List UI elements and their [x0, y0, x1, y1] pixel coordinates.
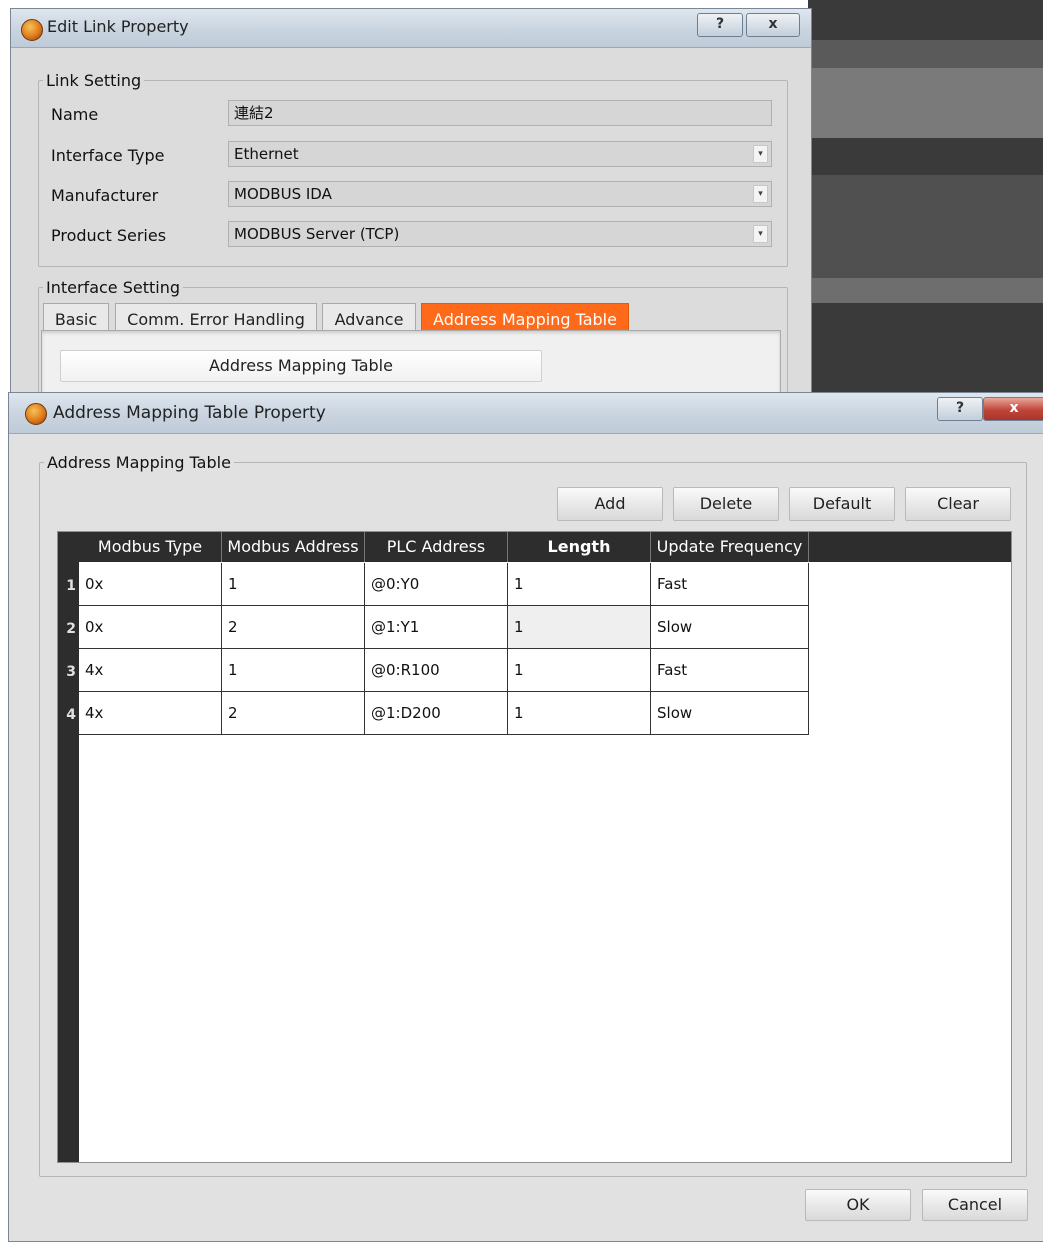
interface-type-value: Ethernet	[234, 145, 299, 163]
cell-modbus-type[interactable]: 4x	[79, 692, 222, 735]
background-band	[808, 278, 1043, 303]
cell-modbus-address[interactable]: 1	[222, 649, 365, 692]
address-mapping-table-button[interactable]: Address Mapping Table	[60, 350, 542, 382]
cell-modbus-address[interactable]: 2	[222, 606, 365, 649]
interface-type-select[interactable]: Ethernet ▾	[228, 141, 772, 167]
delete-button[interactable]: Delete	[673, 487, 779, 521]
cell-update-frequency[interactable]: Slow	[651, 606, 809, 649]
product-series-select[interactable]: MODBUS Server (TCP) ▾	[228, 221, 772, 247]
product-series-label: Product Series	[51, 226, 167, 245]
cell-length[interactable]: 1	[508, 606, 651, 649]
row-number[interactable]: 4	[58, 694, 79, 736]
add-button[interactable]: Add	[557, 487, 663, 521]
cell-plc-address[interactable]: @0:Y0	[365, 563, 508, 606]
cell-plc-address[interactable]: @1:Y1	[365, 606, 508, 649]
column-header-plc-address[interactable]: PLC Address	[365, 532, 508, 562]
name-label: Name	[51, 105, 99, 124]
column-header-update-frequency[interactable]: Update Frequency	[651, 532, 809, 562]
background-band	[808, 68, 1043, 138]
row-number[interactable]: 2	[58, 608, 79, 650]
help-button[interactable]: ?	[937, 397, 983, 421]
window-title: Address Mapping Table Property	[53, 403, 326, 423]
name-field[interactable]: 連結2	[228, 100, 772, 126]
cell-modbus-address[interactable]: 2	[222, 692, 365, 735]
product-series-value: MODBUS Server (TCP)	[234, 225, 400, 243]
cell-length[interactable]: 1	[508, 692, 651, 735]
clear-button[interactable]: Clear	[905, 487, 1011, 521]
address-mapping-legend: Address Mapping Table	[47, 453, 231, 472]
address-mapping-grid[interactable]: 1 2 3 4 Modbus Type Modbus Address PLC A…	[57, 531, 1012, 1163]
cell-length[interactable]: 1	[508, 563, 651, 606]
interface-type-label: Interface Type	[51, 146, 165, 165]
table-header: Modbus Type Modbus Address PLC Address L…	[79, 532, 1011, 562]
row-header-column: 1 2 3 4	[58, 532, 79, 1162]
cell-modbus-type[interactable]: 0x	[79, 606, 222, 649]
cell-modbus-type[interactable]: 0x	[79, 563, 222, 606]
cell-plc-address[interactable]: @0:R100	[365, 649, 508, 692]
window-title: Edit Link Property	[47, 17, 189, 36]
mapping-titlebar[interactable]: Address Mapping Table Property ? x	[9, 393, 1043, 434]
address-mapping-dialog: Address Mapping Table Property ? x Addre…	[8, 392, 1043, 1242]
chevron-down-icon[interactable]: ▾	[753, 145, 768, 163]
cancel-button[interactable]: Cancel	[922, 1189, 1028, 1221]
cell-update-frequency[interactable]: Fast	[651, 649, 809, 692]
link-setting-legend: Link Setting	[46, 71, 142, 90]
close-button[interactable]: x	[983, 397, 1043, 421]
default-button[interactable]: Default	[789, 487, 895, 521]
manufacturer-label: Manufacturer	[51, 186, 159, 205]
cell-length[interactable]: 1	[508, 649, 651, 692]
close-button[interactable]: x	[746, 13, 800, 37]
help-button[interactable]: ?	[697, 13, 743, 37]
manufacturer-value: MODBUS IDA	[234, 185, 332, 203]
cell-update-frequency[interactable]: Slow	[651, 692, 809, 735]
chevron-down-icon[interactable]: ▾	[753, 225, 768, 243]
column-header-modbus-type[interactable]: Modbus Type	[79, 532, 222, 562]
background-band	[808, 175, 1043, 278]
row-number[interactable]: 3	[58, 651, 79, 693]
edit-link-titlebar[interactable]: Edit Link Property ? x	[11, 9, 811, 48]
chevron-down-icon[interactable]: ▾	[753, 185, 768, 203]
background-band	[808, 40, 1043, 68]
ok-button[interactable]: OK	[805, 1189, 911, 1221]
column-header-length[interactable]: Length	[508, 532, 651, 562]
row-number[interactable]: 1	[58, 565, 79, 607]
app-icon	[25, 403, 47, 425]
column-header-modbus-address[interactable]: Modbus Address	[222, 532, 365, 562]
interface-setting-legend: Interface Setting	[46, 278, 181, 297]
cell-update-frequency[interactable]: Fast	[651, 563, 809, 606]
cell-plc-address[interactable]: @1:D200	[365, 692, 508, 735]
edit-link-dialog: Edit Link Property ? x Link Setting Name…	[10, 8, 812, 410]
cell-modbus-type[interactable]: 4x	[79, 649, 222, 692]
cell-modbus-address[interactable]: 1	[222, 563, 365, 606]
app-icon	[21, 19, 43, 41]
manufacturer-select[interactable]: MODBUS IDA ▾	[228, 181, 772, 207]
